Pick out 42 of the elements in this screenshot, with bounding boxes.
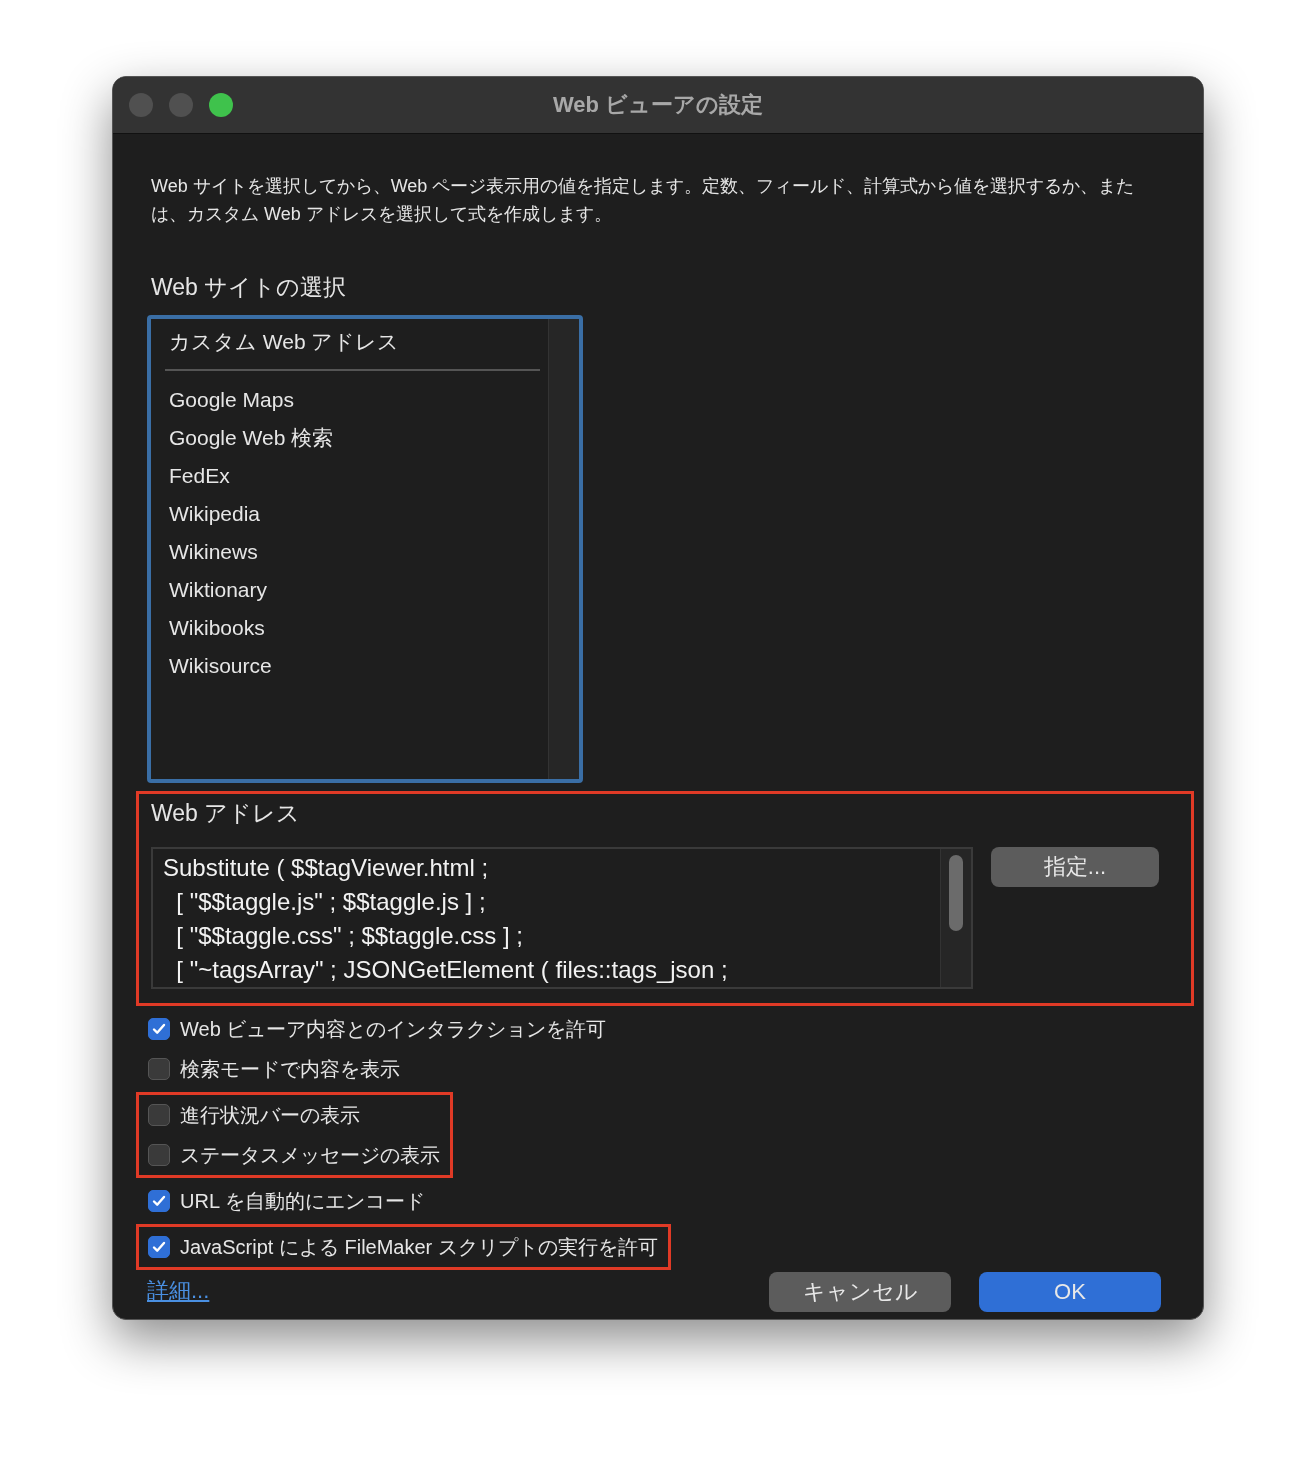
scrollbar-thumb[interactable] [949,855,963,931]
list-item[interactable]: Wikibooks [165,609,540,647]
checkbox-option[interactable]: 進行状況バーの表示 [148,1095,440,1135]
section-title: Web アドレス [151,799,302,828]
list-item[interactable]: Google Web 検索 [165,419,540,457]
check-icon [151,1021,167,1037]
ok-button[interactable]: OK [979,1272,1161,1312]
formula-line: Substitute ( $$tagViewer.html ; [163,853,490,883]
window-title: Web ビューアの設定 [552,91,764,119]
minimize-button[interactable] [169,93,193,117]
description-text: Web サイトを選択してから、Web ページ表示用の値を指定します。定数、フィールド、計算式から値を選択するか、または、カスタム Web アドレスを選択して式を作成します。 [151,175,1136,226]
checkbox-option[interactable]: URL を自動的にエンコード [148,1181,425,1221]
checkbox[interactable] [148,1144,170,1166]
check-icon [151,1239,167,1255]
checkbox-option[interactable]: 検索モードで内容を表示 [148,1049,607,1089]
checkbox[interactable] [148,1236,170,1258]
check-icon [151,1193,167,1209]
list-item[interactable]: Wikisource [165,647,540,685]
cancel-button[interactable]: キャンセル [769,1272,951,1312]
close-button[interactable] [129,93,153,117]
formula-field[interactable]: Substitute ( $$tagViewer.html ; [ "$$taggle.js" ; $$taggle.js ] ; [ "$$taggle.css" ; $$taggle.css ] ; [ "~tagsArray" ; JSONGetElement ( files::tags_json ; [151,847,973,989]
formula-line: [ "$$taggle.js" ; $$taggle.js ] ; [175,887,487,917]
formula-line: [ "$$taggle.css" ; $$taggle.css ] ; [175,921,524,951]
section-title: Web サイトの選択 [151,273,348,302]
checkbox[interactable] [148,1018,170,1040]
zoom-button[interactable] [209,93,233,117]
list-item[interactable]: Wikipedia [165,495,540,533]
checkbox-option[interactable]: ステータスメッセージの表示 [148,1135,440,1175]
formula-line: [ "~tagsArray" ; JSONGetElement ( files::tags_json ; [175,955,729,985]
details-link[interactable]: 詳細... [147,1276,210,1306]
list-item[interactable]: Google Maps [165,381,540,419]
list-item[interactable]: カスタム Web アドレス [165,323,540,361]
specify-button[interactable]: 指定... [991,847,1159,887]
list-item[interactable]: FedEx [165,457,540,495]
checkbox-option[interactable]: Web ビューア内容とのインタラクションを許可 [148,1009,607,1049]
checkbox-option[interactable]: JavaScript による FileMaker スクリプトの実行を許可 [148,1227,658,1267]
checkbox[interactable] [148,1104,170,1126]
checkbox[interactable] [148,1190,170,1212]
website-list[interactable]: カスタム Web アドレス Google Maps Google Web 検索 FedEx Wikipedia Wikinews Wiktionary Wikibooks Wikisource [147,315,583,783]
checkbox[interactable] [148,1058,170,1080]
list-item[interactable]: Wikinews [165,533,540,571]
list-item[interactable]: Wiktionary [165,571,540,609]
